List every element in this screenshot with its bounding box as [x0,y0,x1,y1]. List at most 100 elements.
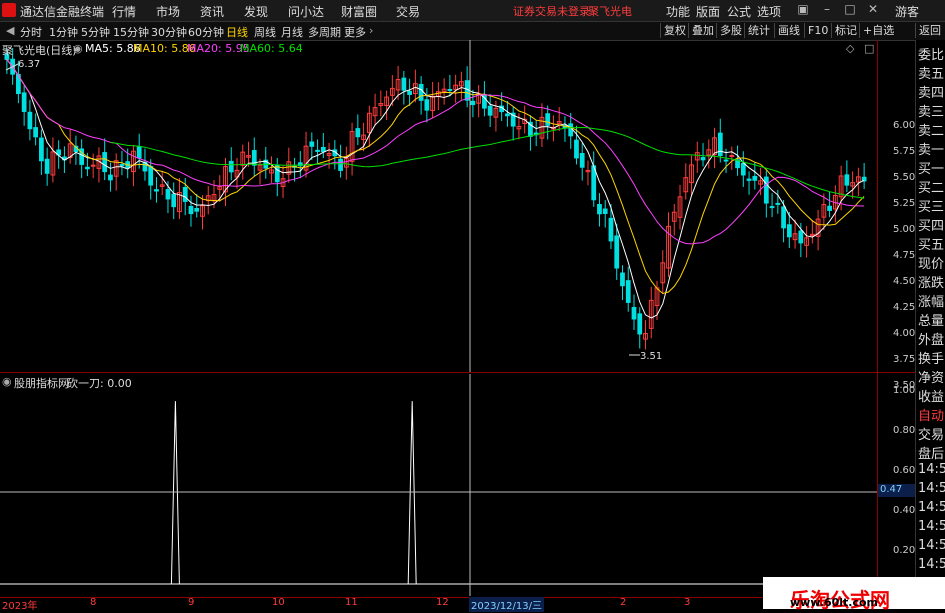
candle-body [763,176,769,204]
indicator-tick: 0.20 [893,545,916,556]
chart-close-icon[interactable]: □ [864,42,874,55]
skin-icon[interactable]: ▣ [796,2,810,18]
period-more[interactable]: 更多 [344,24,366,40]
candle-body [602,208,608,215]
side-panel-item: 买三 [918,200,945,215]
indicator-settings-icon[interactable]: ◉ [2,375,12,388]
period-5min[interactable]: 5分钟 [81,24,110,40]
candle-body [775,202,781,205]
period-30min[interactable]: 30分钟 [151,24,187,40]
btn-back[interactable]: 返回 [915,23,944,38]
close-icon[interactable]: ✕ [866,2,880,18]
maximize-icon[interactable]: □ [843,2,857,18]
candle-body [470,100,476,106]
ma-settings-icon[interactable]: ◉ [73,42,83,55]
menu-layout[interactable]: 版面 [696,3,720,20]
side-panel-item: 14:56 [918,462,945,477]
period-15min[interactable]: 15分钟 [113,24,149,40]
side-panel-item: 卖一 [918,143,945,158]
ma10-line [6,59,865,295]
btn-stats[interactable]: 统计 [744,23,773,38]
side-panel-item: 买一 [918,162,945,177]
indicator-tick: 0.40 [893,505,916,516]
period-weekly[interactable]: 周线 [254,24,276,40]
btn-draw[interactable]: 画线 [774,23,803,38]
menu-news[interactable]: 资讯 [200,3,224,20]
candle-body [717,132,723,156]
side-panel-item: 外盘 [918,333,945,348]
date-tick: 2 [620,597,627,608]
indicator-title: 股朋指标网 [14,377,69,390]
btn-adjust[interactable]: 复权 [660,23,689,38]
side-panel-item: 卖五 [918,67,945,82]
btn-f10[interactable]: F10 [804,23,831,38]
collapse-icon[interactable]: ◀ [6,24,14,37]
side-panel-item: 总量 [918,314,945,329]
candle-body [568,123,574,137]
period-monthly[interactable]: 月线 [281,24,303,40]
btn-overlay[interactable]: 叠加 [688,23,717,38]
side-panel-item: 涨幅 [918,295,945,310]
minimize-icon[interactable]: – [820,2,834,18]
price-tick: 4.50 [893,276,916,287]
date-tick: 2023年 [2,601,38,612]
side-panel-item: 14:56 [918,519,945,534]
price-tick: 5.00 [893,224,916,235]
menu-discover[interactable]: 发现 [244,3,268,20]
candle-body [614,235,620,269]
side-panel-item: 卖三 [918,105,945,120]
candle-body [781,206,786,229]
candle-body [148,165,154,186]
btn-multistock[interactable]: 多股 [716,23,745,38]
period-1min[interactable]: 1分钟 [49,24,78,40]
candle-body [108,174,113,181]
candle-body [579,153,585,168]
price-tick: 6.00 [893,120,916,131]
candle-body [786,224,792,238]
indicator-spike [170,401,180,585]
menu-options[interactable]: 选项 [757,3,781,20]
period-daily[interactable]: 日线 [226,24,248,40]
menu-quotes[interactable]: 行情 [112,3,136,20]
candle-body [700,157,706,161]
side-panel-item: 买五 [918,238,945,253]
price-tick: 4.25 [893,302,916,313]
indicator-tick: 0.80 [893,425,916,436]
indicator-value: 砍一刀: 0.00 [67,377,132,390]
btn-add-favorite[interactable]: +自选 [859,23,897,38]
period-60min[interactable]: 60分钟 [188,24,224,40]
chart-settings-icon[interactable]: ◇ [846,42,854,55]
date-tick: 10 [272,597,285,608]
candle-body [119,164,125,167]
price-axis: 6.00 5.75 5.50 5.25 5.00 4.75 4.50 4.25 … [877,40,916,596]
main-chart-title: 聚飞光电(日线) [2,44,77,57]
menu-market[interactable]: 市场 [156,3,180,20]
guest-label[interactable]: 游客 [895,3,919,20]
candle-body [194,208,200,212]
candle-body [154,189,159,192]
period-intraday[interactable]: 分时 [20,24,42,40]
indicator-chart[interactable] [0,374,877,596]
indicator-spike [407,401,417,585]
login-warning[interactable]: 证券交易未登录 [513,3,590,19]
cursor-value-badge: 0.47 [878,484,916,497]
period-multi[interactable]: 多周期 [308,24,341,40]
side-panel-item: 净资 [918,371,945,386]
date-tick: 8 [90,597,97,608]
menu-ask[interactable]: 问小达 [288,3,324,20]
side-panel-item: 14:56 [918,500,945,515]
more-chevron-icon[interactable]: › [369,24,373,37]
menu-function[interactable]: 功能 [666,3,690,20]
candle-body [608,217,614,242]
btn-mark[interactable]: 标记 [831,23,860,38]
menu-trade[interactable]: 交易 [396,3,420,20]
menu-wealth[interactable]: 财富圈 [341,3,377,20]
menu-formula[interactable]: 公式 [727,3,751,20]
high-price-label: 6.37 [18,59,41,70]
kline-chart[interactable] [0,40,877,372]
side-panel-item: 换手 [918,352,945,367]
side-panel-item: 涨跌 [918,276,945,291]
ma5-line [6,59,865,319]
candle-body [27,111,33,130]
candle-body [545,113,551,126]
